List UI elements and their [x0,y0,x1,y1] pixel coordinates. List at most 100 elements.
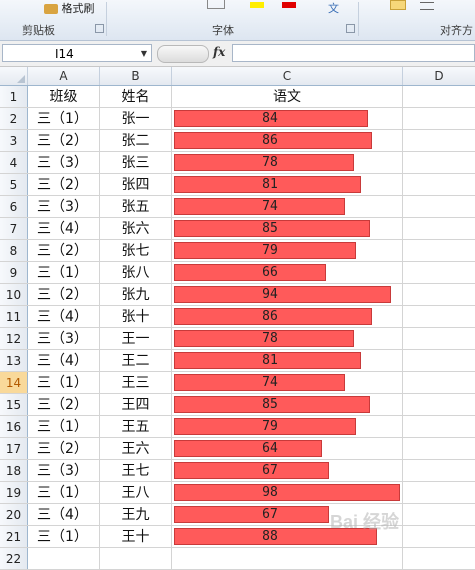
row-header[interactable]: 11 [0,306,28,327]
row-header[interactable]: 21 [0,526,28,547]
class-cell[interactable]: 三（4） [28,504,100,525]
score-cell[interactable]: 74 [172,196,403,217]
empty-cell[interactable] [403,482,475,503]
name-cell[interactable]: 王二 [100,350,172,371]
row-header[interactable]: 10 [0,284,28,305]
empty-cell[interactable] [403,394,475,415]
insert-function-icon[interactable]: fx [213,45,225,59]
empty-cell[interactable] [403,262,475,283]
row-header[interactable]: 4 [0,152,28,173]
score-cell[interactable]: 64 [172,438,403,459]
row-header[interactable]: 13 [0,350,28,371]
empty-cell[interactable] [403,196,475,217]
chevron-down-icon[interactable]: ▼ [89,45,147,63]
empty-cell[interactable] [403,504,475,525]
score-cell[interactable]: 81 [172,350,403,371]
score-cell[interactable]: 79 [172,240,403,261]
empty-cell[interactable] [403,152,475,173]
row-header[interactable]: 9 [0,262,28,283]
align-middle-button[interactable] [390,0,406,10]
name-cell[interactable]: 张十 [100,306,172,327]
score-cell[interactable]: 88 [172,526,403,547]
name-cell[interactable]: 王一 [100,328,172,349]
row-header[interactable]: 14 [0,372,28,393]
header-cell-class[interactable]: 班级 [28,86,100,107]
name-cell[interactable]: 张五 [100,196,172,217]
empty-cell[interactable] [403,328,475,349]
font-color-icon[interactable] [282,2,296,8]
class-cell[interactable]: 三（3） [28,460,100,481]
score-cell[interactable]: 86 [172,130,403,151]
empty-cell[interactable] [403,548,475,569]
class-cell[interactable]: 三（4） [28,306,100,327]
column-header-b[interactable]: B [100,67,172,85]
phonetic-icon[interactable]: 文 [328,0,339,15]
class-cell[interactable]: 三（1） [28,262,100,283]
row-header[interactable]: 1 [0,86,28,107]
column-header-d[interactable]: D [403,67,475,85]
highlight-color-icon[interactable] [250,2,264,8]
formula-bar-splitter[interactable] [157,45,209,63]
name-cell[interactable]: 王七 [100,460,172,481]
row-header[interactable]: 15 [0,394,28,415]
name-cell[interactable]: 张三 [100,152,172,173]
score-cell[interactable]: 79 [172,416,403,437]
worksheet-grid[interactable]: A B C D 1 班级 姓名 语文 2 三（1） 张一 84 3 三（2） 张二 86 4 三（3） 张三… [0,67,475,570]
row-header[interactable]: 6 [0,196,28,217]
score-cell[interactable]: 84 [172,108,403,129]
score-cell[interactable]: 67 [172,504,403,525]
class-cell[interactable]: 三（2） [28,394,100,415]
class-cell[interactable]: 三（2） [28,438,100,459]
row-header[interactable]: 5 [0,174,28,195]
class-cell[interactable]: 三（2） [28,240,100,261]
row-header[interactable]: 2 [0,108,28,129]
score-cell[interactable]: 85 [172,394,403,415]
class-cell[interactable]: 三（1） [28,372,100,393]
name-cell[interactable]: 王五 [100,416,172,437]
name-cell[interactable]: 王六 [100,438,172,459]
header-cell-name[interactable]: 姓名 [100,86,172,107]
row-header[interactable]: 20 [0,504,28,525]
name-cell[interactable]: 王十 [100,526,172,547]
empty-cell[interactable] [403,438,475,459]
name-cell[interactable]: 张一 [100,108,172,129]
column-header-a[interactable]: A [28,67,100,85]
row-header[interactable]: 3 [0,130,28,151]
empty-cell[interactable] [28,548,100,569]
class-cell[interactable]: 三（3） [28,328,100,349]
row-header[interactable]: 17 [0,438,28,459]
name-cell[interactable]: 王四 [100,394,172,415]
empty-cell[interactable] [403,108,475,129]
format-painter-button[interactable]: 格式刷 [44,0,95,15]
column-header-c[interactable]: C [172,67,403,85]
class-cell[interactable]: 三（1） [28,482,100,503]
name-cell[interactable]: 王八 [100,482,172,503]
empty-cell[interactable] [403,86,475,107]
align-bottom-button[interactable] [420,2,434,10]
score-cell[interactable]: 78 [172,152,403,173]
class-cell[interactable]: 三（1） [28,526,100,547]
empty-cell[interactable] [403,240,475,261]
class-cell[interactable]: 三（3） [28,152,100,173]
class-cell[interactable]: 三（2） [28,130,100,151]
empty-cell[interactable] [403,526,475,547]
empty-cell[interactable] [403,284,475,305]
name-cell[interactable]: 张七 [100,240,172,261]
class-cell[interactable]: 三（4） [28,218,100,239]
name-cell[interactable]: 张二 [100,130,172,151]
empty-cell[interactable] [403,174,475,195]
class-cell[interactable]: 三（3） [28,196,100,217]
empty-cell[interactable] [100,548,172,569]
name-cell[interactable]: 张九 [100,284,172,305]
empty-cell[interactable] [403,460,475,481]
row-header[interactable]: 16 [0,416,28,437]
name-cell[interactable]: 张四 [100,174,172,195]
name-cell[interactable]: 王九 [100,504,172,525]
row-header[interactable]: 22 [0,548,28,569]
row-header[interactable]: 7 [0,218,28,239]
name-cell[interactable]: 张八 [100,262,172,283]
clipboard-launcher-icon[interactable] [95,24,104,33]
empty-cell[interactable] [403,372,475,393]
score-cell[interactable]: 86 [172,306,403,327]
row-header[interactable]: 18 [0,460,28,481]
